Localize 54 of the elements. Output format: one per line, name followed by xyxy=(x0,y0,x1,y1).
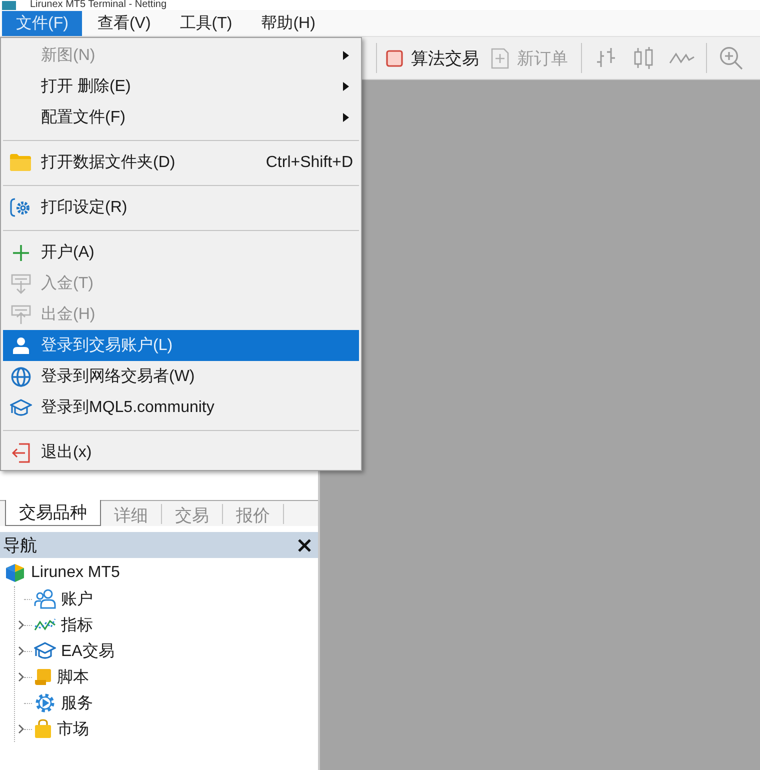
chevron-right-icon[interactable] xyxy=(18,672,24,682)
menu-item[interactable]: 打印设定(R) xyxy=(3,192,359,223)
menu-bar-item[interactable]: 工具(T) xyxy=(166,10,246,36)
gear-icon xyxy=(10,197,31,218)
shopping-bag-icon xyxy=(34,719,52,739)
menu-item[interactable]: 登录到网络交易者(W) xyxy=(3,361,359,392)
tray-arrow-down-icon xyxy=(10,274,30,294)
menu-item[interactable]: 退出(x) xyxy=(3,437,359,468)
menu-bar-item[interactable]: 文件(F) xyxy=(2,10,82,36)
chevron-right-icon[interactable] xyxy=(18,646,24,656)
plus-icon xyxy=(12,244,28,260)
menu-bar-item[interactable]: 查看(V) xyxy=(83,10,165,36)
menu-item[interactable]: 开户(A) xyxy=(3,237,359,268)
exit-icon xyxy=(10,442,30,462)
navigator-title: 导航 xyxy=(3,534,37,556)
close-button[interactable] xyxy=(296,537,312,553)
zoom-in-icon xyxy=(719,46,743,70)
panel-tab[interactable]: 交易品种 xyxy=(5,500,101,526)
menu-item[interactable]: 配置文件(F) xyxy=(3,102,359,133)
zigzag-line-icon xyxy=(34,617,56,633)
tree-item[interactable]: 市场 xyxy=(57,718,89,740)
menu-bar-item[interactable]: 帮助(H) xyxy=(247,10,330,36)
shortcut-text: Ctrl+Shift+D xyxy=(266,154,353,172)
tray-arrow-up-icon xyxy=(10,304,30,324)
document-plus-icon xyxy=(491,48,509,68)
chevron-right-icon[interactable] xyxy=(18,724,24,734)
tree-item[interactable]: 脚本 xyxy=(57,666,89,688)
window-title: Lirunex MT5 Terminal - Netting xyxy=(30,0,167,10)
menu-item[interactable]: 登录到交易账户(L) xyxy=(3,330,359,361)
tree-item[interactable]: 指标 xyxy=(61,614,93,636)
scroll-icon xyxy=(34,668,52,686)
menu-item[interactable]: 打开 删除(E) xyxy=(3,71,359,102)
menu-item[interactable]: 登录到MQL5.community xyxy=(3,392,359,423)
cube-logo-icon xyxy=(5,563,25,583)
app-icon xyxy=(2,0,16,10)
toolbar-button[interactable]: 算法交易 xyxy=(382,42,483,74)
tree-item[interactable]: 服务 xyxy=(61,692,93,714)
users-icon xyxy=(34,589,56,609)
candlestick-icon xyxy=(633,46,655,70)
graduation-cap-icon xyxy=(10,398,32,416)
graduation-cap-icon xyxy=(34,642,56,660)
ohlc-bars-icon xyxy=(595,47,617,69)
gear-play-icon xyxy=(34,692,56,714)
close-icon xyxy=(298,538,310,552)
tree-item[interactable]: 账户 xyxy=(61,588,93,610)
chevron-right-icon[interactable] xyxy=(18,620,24,630)
globe-icon xyxy=(10,366,30,386)
person-icon xyxy=(12,337,28,354)
menu-item[interactable]: 打开数据文件夹(D) Ctrl+Shift+D xyxy=(3,147,359,178)
line-chart-icon xyxy=(669,51,695,65)
tree-item[interactable]: Lirunex MT5 xyxy=(31,564,120,582)
folder-icon xyxy=(10,154,31,171)
square-icon xyxy=(386,50,403,66)
tree-item[interactable]: EA交易 xyxy=(61,640,114,662)
